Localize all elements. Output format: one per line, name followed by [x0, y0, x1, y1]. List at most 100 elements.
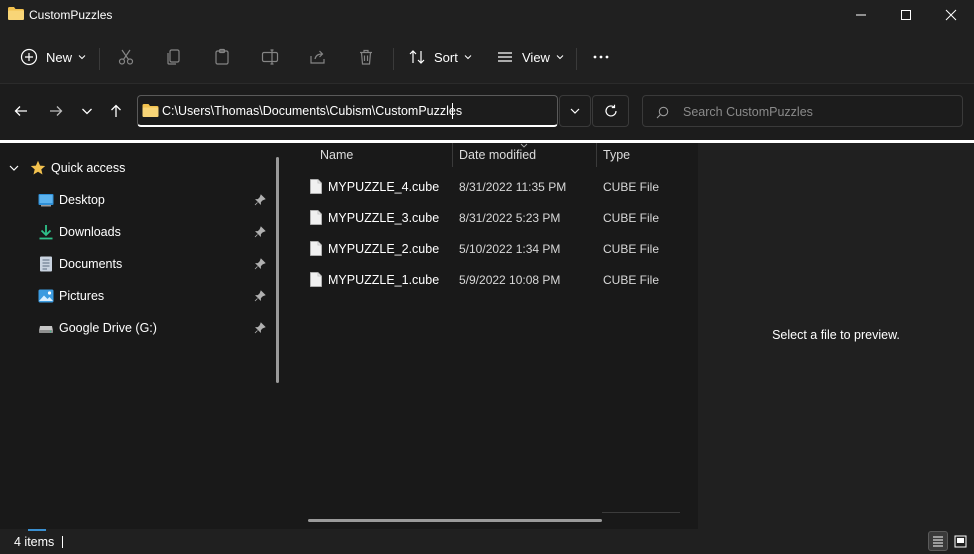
- paste-icon: [215, 48, 229, 65]
- folder-icon: [8, 7, 24, 20]
- nav-label: Downloads: [59, 225, 121, 239]
- sort-icon: [409, 50, 425, 64]
- nav-label: Pictures: [59, 289, 105, 303]
- delete-icon: [360, 49, 372, 65]
- address-dropdown-button[interactable]: [559, 95, 591, 127]
- sort-label: Sort: [434, 49, 458, 65]
- folder-icon: [142, 104, 159, 117]
- file-name: MYPUZZLE_1.cube: [328, 273, 440, 287]
- close-icon: [945, 9, 957, 21]
- view-button[interactable]: View: [496, 42, 564, 72]
- nav-item-downloads[interactable]: Downloads: [0, 218, 272, 246]
- file-list: Name Date modified Type MYPUZZLE_4.cube …: [288, 143, 698, 529]
- paste-button[interactable]: [213, 42, 231, 72]
- file-date: 8/31/2022 5:23 PM: [459, 211, 561, 225]
- details-view-button[interactable]: [928, 531, 948, 551]
- divider: [393, 48, 394, 70]
- nav-scrollbar[interactable]: [276, 157, 279, 383]
- sort-button[interactable]: Sort: [408, 42, 472, 72]
- view-icon: [498, 52, 512, 62]
- table-row[interactable]: MYPUZZLE_4.cube 8/31/2022 11:35 PM CUBE …: [300, 173, 690, 201]
- command-bar: New Sort View: [0, 30, 974, 84]
- horizontal-scrollbar[interactable]: [308, 519, 602, 522]
- arrow-right-icon: [50, 106, 63, 116]
- chevron-down-icon: [464, 55, 472, 60]
- rename-button[interactable]: [261, 42, 279, 72]
- file-name: MYPUZZLE_4.cube: [328, 180, 440, 194]
- divider: [99, 48, 100, 70]
- column-divider[interactable]: [596, 143, 597, 167]
- nav-label: Documents: [59, 257, 123, 271]
- pin-icon: [254, 226, 266, 238]
- chevron-down-icon: [78, 55, 86, 60]
- title-bar: CustomPuzzles: [0, 0, 974, 30]
- column-divider[interactable]: [452, 143, 453, 167]
- star-icon: [30, 160, 46, 175]
- tiles-view-button[interactable]: [950, 531, 970, 551]
- minimize-icon: [856, 14, 866, 16]
- file-type: CUBE File: [603, 180, 660, 194]
- recent-locations-button[interactable]: [74, 98, 100, 124]
- status-bar: 4 items: [0, 529, 974, 554]
- address-path[interactable]: C:\Users\Thomas\Documents\Cubism\CustomP…: [162, 104, 462, 118]
- nav-item-pictures[interactable]: Pictures: [0, 282, 272, 310]
- file-icon: [310, 210, 322, 225]
- file-type: CUBE File: [603, 211, 660, 225]
- copy-button[interactable]: [165, 42, 183, 72]
- chevron-down-icon[interactable]: [8, 162, 20, 174]
- pin-icon: [254, 290, 266, 302]
- nav-item-desktop[interactable]: Desktop: [0, 186, 272, 214]
- plus-circle-icon: [20, 48, 38, 66]
- drive-icon: [39, 326, 53, 333]
- maximize-icon: [901, 10, 911, 20]
- table-row[interactable]: MYPUZZLE_3.cube 8/31/2022 5:23 PM CUBE F…: [300, 204, 690, 232]
- copy-icon: [167, 49, 180, 65]
- navigation-pane: Quick access Desktop Downloads Documents…: [0, 143, 288, 529]
- new-button[interactable]: New: [20, 42, 86, 72]
- back-button[interactable]: [8, 98, 34, 124]
- file-date: 8/31/2022 11:35 PM: [459, 180, 567, 194]
- file-icon: [310, 272, 322, 287]
- address-bar[interactable]: C:\Users\Thomas\Documents\Cubism\CustomP…: [137, 95, 558, 127]
- search-box[interactable]: Search CustomPuzzles: [642, 95, 963, 127]
- nav-item-quick-access[interactable]: Quick access: [0, 154, 272, 182]
- column-header-date-modified[interactable]: Date modified: [459, 148, 536, 170]
- view-label: View: [522, 49, 550, 65]
- search-placeholder: Search CustomPuzzles: [683, 105, 813, 119]
- file-date: 5/10/2022 1:34 PM: [459, 242, 561, 256]
- text-caret: [452, 103, 453, 119]
- minimize-button[interactable]: [838, 0, 884, 30]
- column-header-type[interactable]: Type: [603, 148, 630, 170]
- close-button[interactable]: [928, 0, 974, 30]
- nav-item-google-drive[interactable]: Google Drive (G:): [0, 314, 272, 342]
- text-caret: [62, 536, 63, 548]
- up-button[interactable]: [103, 98, 129, 124]
- cut-button[interactable]: [117, 42, 135, 72]
- chevron-down-icon: [556, 55, 564, 60]
- refresh-button[interactable]: [592, 95, 629, 127]
- forward-button[interactable]: [43, 98, 69, 124]
- column-header-name[interactable]: Name: [320, 148, 353, 170]
- table-row[interactable]: MYPUZZLE_2.cube 5/10/2022 1:34 PM CUBE F…: [300, 235, 690, 263]
- nav-item-documents[interactable]: Documents: [0, 250, 272, 278]
- arrow-up-icon: [111, 104, 121, 117]
- window-title: CustomPuzzles: [29, 8, 113, 22]
- maximize-button[interactable]: [883, 0, 929, 30]
- tiles-view-icon: [954, 535, 966, 547]
- rename-icon: [261, 49, 279, 65]
- cut-icon: [118, 49, 134, 65]
- search-icon: [656, 106, 669, 119]
- delete-button[interactable]: [357, 42, 375, 72]
- documents-icon: [40, 256, 52, 272]
- file-icon: [310, 241, 322, 256]
- more-button[interactable]: [592, 42, 610, 72]
- file-type: CUBE File: [603, 273, 660, 287]
- item-count: 4 items: [14, 535, 55, 549]
- desktop-icon: [38, 194, 54, 207]
- pin-icon: [254, 194, 266, 206]
- nav-label: Google Drive (G:): [59, 321, 157, 335]
- table-row[interactable]: MYPUZZLE_1.cube 5/9/2022 10:08 PM CUBE F…: [300, 266, 690, 294]
- file-type: CUBE File: [603, 242, 660, 256]
- share-button[interactable]: [309, 42, 327, 72]
- details-view-icon: [933, 536, 943, 547]
